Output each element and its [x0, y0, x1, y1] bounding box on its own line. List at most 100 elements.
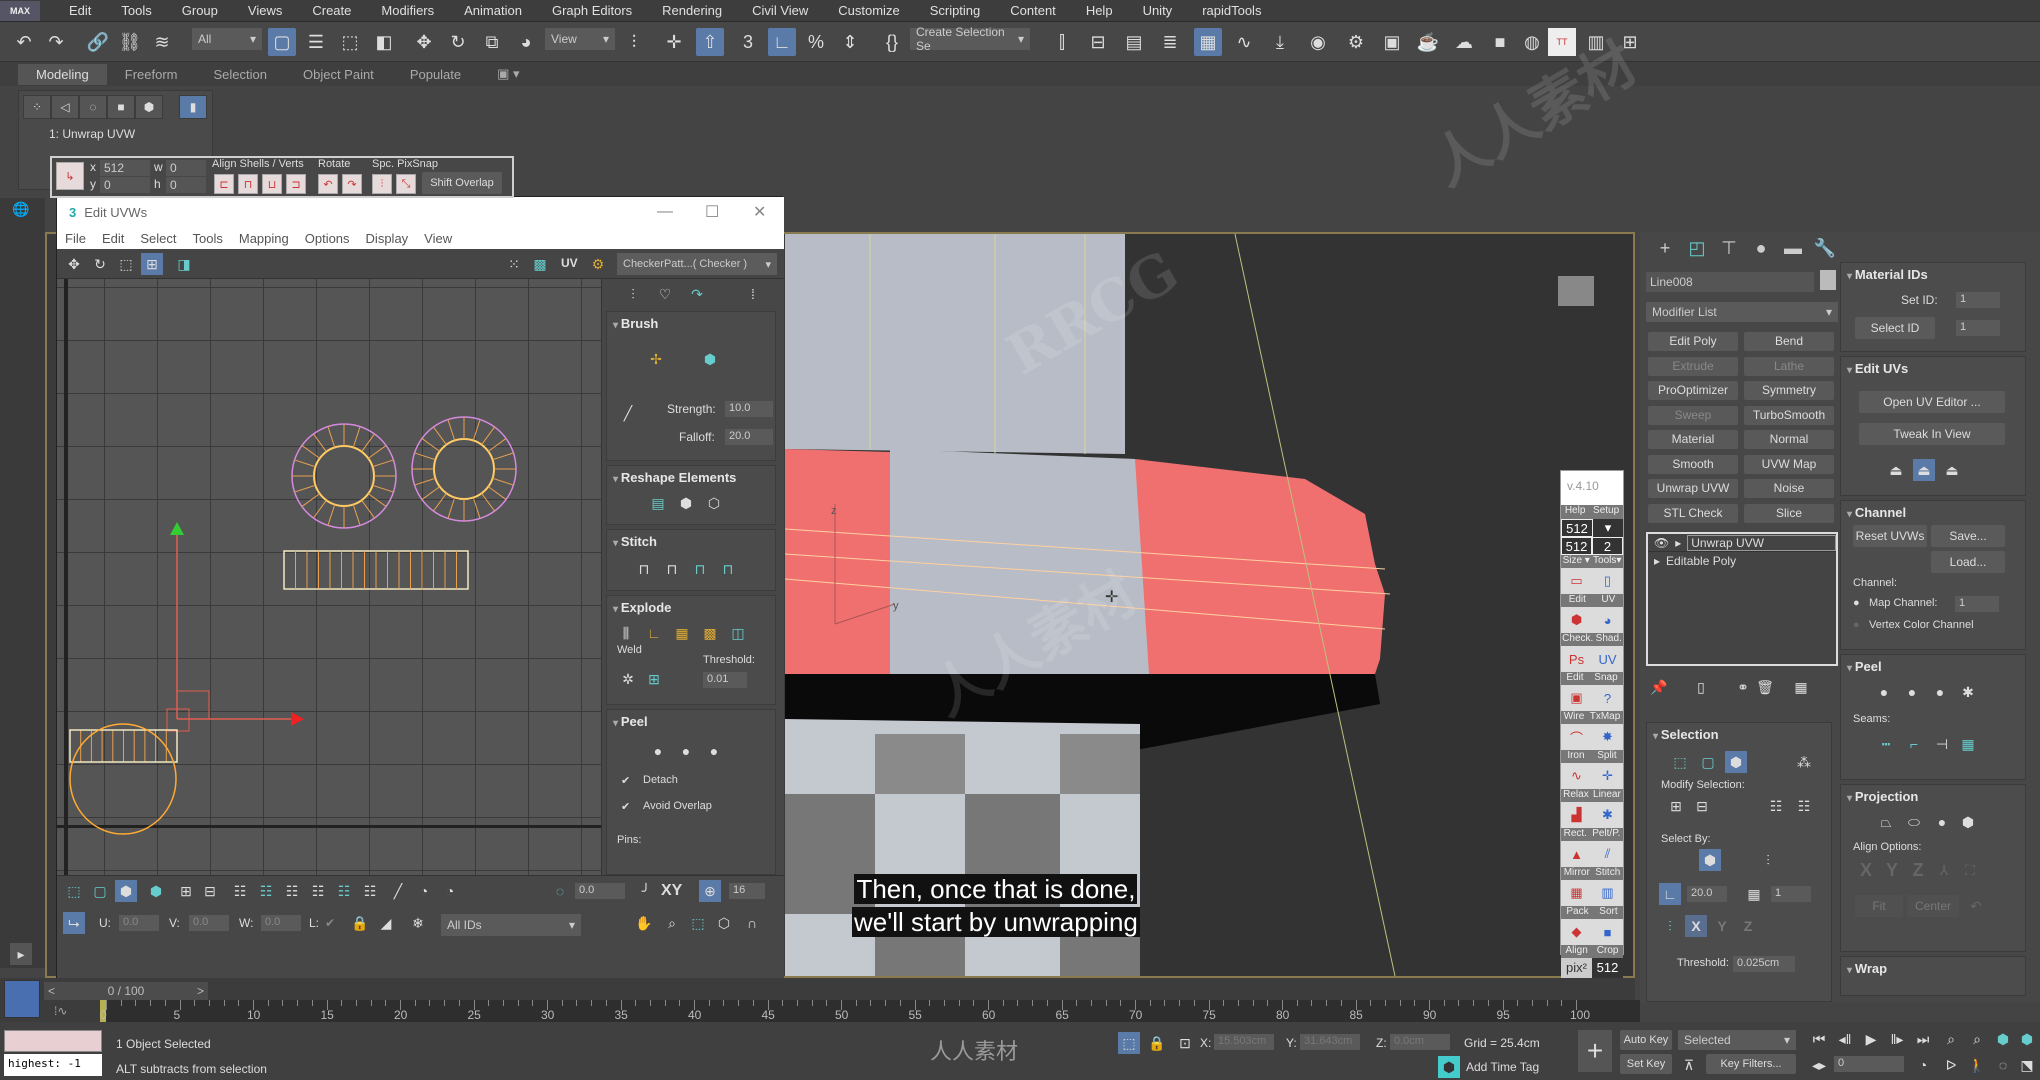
align-to-view-icon[interactable]: ⛶: [1959, 859, 1981, 881]
viewcube-icon[interactable]: [1558, 276, 1594, 306]
reshape-elements-title[interactable]: Reshape Elements: [607, 466, 775, 489]
peel-title[interactable]: Peel: [1841, 655, 2025, 678]
window-crossing-icon[interactable]: ◧: [370, 28, 398, 56]
textools-pack-icon[interactable]: ▦: [1561, 880, 1592, 906]
weld-threshold-spinner[interactable]: 0.01: [703, 672, 747, 688]
align-top-icon[interactable]: ⊓: [238, 174, 258, 194]
curve-editor-toggle-icon[interactable]: ⁞∿: [54, 1004, 67, 1018]
projection-title[interactable]: Projection: [1841, 785, 2025, 808]
convert-edge-to-seam-icon[interactable]: ⊣: [1931, 733, 1953, 755]
menu-edit[interactable]: Edit: [54, 3, 106, 18]
textools-size-dropdown[interactable]: ▾: [1593, 519, 1623, 537]
select-id-button[interactable]: Select ID: [1855, 317, 1935, 339]
stack-item-unwrap[interactable]: 👁 ▸ Unwrap UVW: [1648, 534, 1836, 552]
ring-icon[interactable]: ☷: [307, 880, 329, 902]
map-channel-radio[interactable]: ●: [1853, 597, 1860, 609]
planar-angle-spinner[interactable]: 20.0: [1687, 886, 1727, 902]
textools-size-menu[interactable]: Size ▾: [1563, 555, 1590, 568]
reset-projection-icon[interactable]: ↶: [1965, 895, 1987, 917]
load-uvs-button[interactable]: Load...: [1931, 551, 2005, 573]
time-tag-icon[interactable]: ⬢: [1438, 1056, 1460, 1078]
lock-icon[interactable]: 🔒: [1146, 1032, 1168, 1054]
select-id-spinner[interactable]: 1: [1956, 320, 2000, 336]
modifier-button-normal[interactable]: Normal: [1744, 430, 1834, 449]
vertex-select-icon[interactable]: ⬚: [1669, 751, 1691, 773]
falloff-curve-icon[interactable]: ╯: [635, 880, 657, 902]
minimize-icon[interactable]: —: [657, 203, 673, 221]
textools-iron-icon[interactable]: ⌒: [1561, 724, 1592, 750]
edit-named-selection-icon[interactable]: {}: [878, 28, 906, 56]
explode-by-material-icon[interactable]: ▩: [699, 622, 721, 644]
edge-mode-icon[interactable]: ◁: [51, 95, 79, 119]
zoom-all-icon[interactable]: ⌕: [1966, 1028, 1988, 1050]
vertex-select-icon[interactable]: ⬚: [63, 880, 85, 902]
textools-wire-icon[interactable]: ▣: [1561, 685, 1592, 711]
field-of-view-icon[interactable]: ᐅ: [1940, 1054, 1962, 1076]
select-by-symmetry-icon[interactable]: ⫶: [1659, 915, 1681, 937]
key-mode-dropdown[interactable]: Selected ▾: [1678, 1030, 1796, 1050]
stack-item-editable-poly[interactable]: ▸ Editable Poly: [1648, 552, 1836, 570]
align-x-icon[interactable]: X: [1855, 859, 1877, 881]
lock-selection-icon[interactable]: 🔒: [349, 912, 371, 934]
modifier-button-smooth[interactable]: Smooth: [1648, 454, 1738, 474]
script-icon[interactable]: ▥: [1582, 28, 1610, 56]
textools-uv-icon[interactable]: ▯: [1592, 568, 1623, 594]
preview-quick-map-icon[interactable]: ⏏: [1913, 459, 1935, 481]
align-bottom-icon[interactable]: ⊔: [262, 174, 282, 194]
ref-coord-dropdown[interactable]: View ▾: [545, 28, 615, 50]
vertex-color-radio[interactable]: ●: [1853, 619, 1860, 631]
prev-frame-icon[interactable]: <: [48, 984, 55, 998]
percent-snap-icon[interactable]: %: [802, 28, 830, 56]
textools-split-icon[interactable]: ✸: [1592, 724, 1623, 750]
scene-explorer-globe-icon[interactable]: 🌐: [10, 198, 32, 220]
align-icon[interactable]: ⊟: [1084, 28, 1112, 56]
modifier-button-prooptimizer[interactable]: ProOptimizer: [1648, 381, 1738, 400]
ribbon-tab-populate[interactable]: Populate: [392, 64, 479, 85]
w-spinner[interactable]: 0: [166, 160, 206, 176]
modifier-button-slice[interactable]: Slice: [1744, 503, 1834, 523]
stitch-to-source-icon[interactable]: ⊓: [633, 558, 655, 580]
expand-seams-icon[interactable]: ▦: [1957, 733, 1979, 755]
textools-setup-button[interactable]: Setup: [1593, 505, 1619, 519]
tweak-in-view-button[interactable]: Tweak In View: [1859, 423, 2005, 445]
spacing-icon[interactable]: ⫶: [372, 174, 392, 194]
time-configuration-icon[interactable]: ◔: [1912, 1054, 1934, 1076]
channel-title[interactable]: Channel: [1841, 501, 2025, 524]
uv-mirror-icon[interactable]: ◨: [173, 253, 195, 275]
material-ids-title[interactable]: Material IDs: [1841, 263, 2025, 286]
y-coord-field[interactable]: 31.643cm: [1300, 1034, 1360, 1050]
explode-by-smoothing-icon[interactable]: ◫: [727, 622, 749, 644]
align-z-icon[interactable]: Z: [1907, 859, 1929, 881]
menu-civil-view[interactable]: Civil View: [737, 3, 823, 18]
threshold-spinner[interactable]: 0.025cm: [1733, 956, 1795, 972]
selection-title[interactable]: Selection: [1647, 723, 1831, 746]
textools-crop-icon[interactable]: ■: [1592, 919, 1623, 945]
expand-icon[interactable]: ▸: [1675, 536, 1681, 550]
uv-menu-edit[interactable]: Edit: [94, 231, 132, 246]
manipulate-icon[interactable]: ✛: [660, 28, 688, 56]
strength-spinner[interactable]: 10.0: [725, 401, 773, 417]
textools-txmap-icon[interactable]: ?: [1592, 685, 1623, 711]
hierarchy-tab-icon[interactable]: ⊤: [1714, 234, 1744, 262]
reset-peel-icon[interactable]: ●: [1929, 681, 1951, 703]
textools-rect-icon[interactable]: ▟: [1561, 802, 1592, 828]
uv-menu-tools[interactable]: Tools: [185, 231, 231, 246]
ribbon-tab-selection[interactable]: Selection: [196, 64, 285, 85]
textools-tools-menu[interactable]: Tools▾: [1593, 555, 1621, 568]
polygon-select-icon[interactable]: ⬢: [1725, 751, 1747, 773]
uv-move-icon[interactable]: ✥: [63, 253, 85, 275]
map-channel-spinner[interactable]: 1: [1955, 596, 1999, 612]
select-by-hierarchy-icon[interactable]: ⫶: [1757, 849, 1779, 871]
redo-icon[interactable]: ↷: [42, 28, 70, 56]
avoid-overlap-checkbox[interactable]: ✔: [621, 800, 630, 813]
zoom-extents-all-icon[interactable]: ⬢: [2016, 1028, 2038, 1050]
eye-icon[interactable]: 👁: [1654, 536, 1669, 550]
select-by-name-icon[interactable]: ☰: [302, 28, 330, 56]
stitch-custom-icon[interactable]: ⊓: [717, 558, 739, 580]
point-to-point-seams-icon[interactable]: ⌐: [1903, 733, 1925, 755]
grid-snap-icon[interactable]: ⊕: [699, 880, 721, 902]
ring-grow-icon[interactable]: ☷: [333, 880, 355, 902]
best-align-icon[interactable]: ⅄: [1933, 859, 1955, 881]
textools-relax-icon[interactable]: ∿: [1561, 763, 1592, 789]
quick-peel-icon[interactable]: ●: [647, 740, 669, 762]
